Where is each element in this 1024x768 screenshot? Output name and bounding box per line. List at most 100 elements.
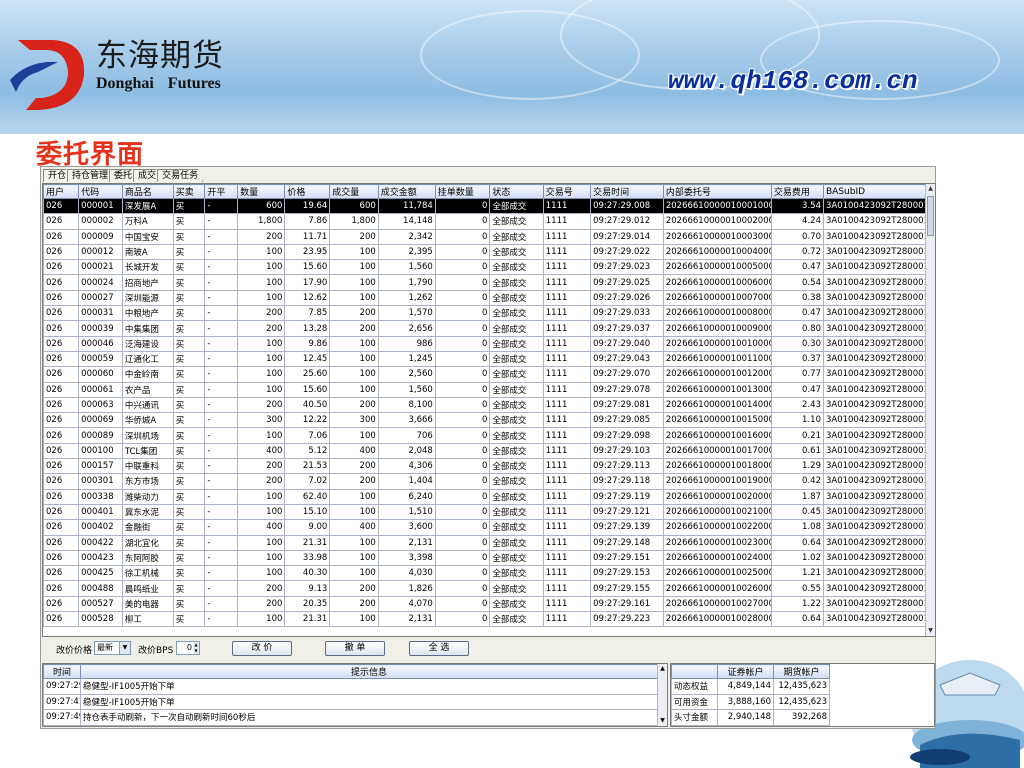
table-row[interactable]: 026 000301 东方市场买 -200 7.02 200 1,404 0 全部成交 1111 0… [43,473,927,490]
table-cell: 100 [237,274,286,291]
table-row[interactable]: 026 000422 湖北宜化买 -100 21.31 100 2,131 0 全部成交 1111… [43,534,927,551]
table-cell: 5.12 [284,442,331,460]
column-header[interactable]: 交易费用 [770,184,824,199]
scroll-thumb[interactable] [927,196,934,236]
table-cell: 2.43 [770,396,824,414]
table-cell: 09:27:29.113 [590,458,664,475]
table-row[interactable]: 026 000089 深圳机场买 -100 7.06 100 706 0 全部成交 1111 09:… [43,427,927,444]
stepper-arrows-icon[interactable]: ▲ ▼ [193,642,199,654]
column-header[interactable]: 开平 [204,184,239,199]
account-header-row: 证券帐户 期货帐户 [671,664,830,679]
log-row[interactable]: 09:27:49 持仓表手动刷新，下一次自动刷新时间60秒后 [43,709,658,726]
scroll-up-icon[interactable]: ▲ [658,664,667,674]
column-header[interactable]: BASubID [822,184,927,199]
tab-4[interactable]: 交易任务 [157,169,203,182]
column-header[interactable]: 挂单数量 [434,184,491,199]
table-row[interactable]: 026 000024 招商地产买 -100 17.90 100 1,790 0 全部成交 1111… [43,274,927,291]
modify-price-button[interactable]: 改 价 [232,641,292,656]
log-scrollbar[interactable]: ▲ ▼ [657,664,667,726]
table-row[interactable]: 026 000039 中集集团买 -200 13.28 200 2,656 0 全部成交 1111… [43,320,927,337]
order-grid-panel: 用户 代码 商品名 买卖 开平 数量 价格 成交量 成交金额 挂单数量 状态 交易号 交易时间 内部委托号… [42,183,936,637]
table-row[interactable]: 026 000157 中联重科买 -200 21.53 200 4,306 0 全部成交 1111… [43,458,927,475]
table-row[interactable]: 026 000402 金融街买 -400 9.00 400 3,600 0 全部成交 1111 09… [43,519,927,536]
table-cell: - [204,534,239,551]
price-type-select[interactable]: 最新 ▼ [94,641,131,655]
column-header[interactable]: 代码 [78,184,123,199]
table-cell: 09:27:29.081 [590,396,664,414]
table-row[interactable]: 026 000069 华侨城A 买 -300 12.22 300 3,666 0 全部成交 1111… [43,412,927,429]
table-row[interactable]: 026 000021 长城开发买 -100 15.60 100 1,560 0 全部成交 1111… [43,259,927,276]
chevron-down-icon[interactable]: ▼ [119,642,130,654]
table-row[interactable]: 026 000338 潍柴动力买 -100 62.40 100 6,240 0 全部成交 1111… [43,488,927,505]
table-cell: 7.85 [284,305,331,322]
table-row[interactable]: 026 000100 TCL集团买 -400 5.12 400 2,048 0 全部成交 1111… [43,442,927,460]
table-cell: 3A0100423092T280001M [822,611,927,628]
column-header[interactable]: 数量 [237,184,286,199]
table-cell: 1111 [542,289,592,307]
tab-0[interactable]: 开仓 [43,169,71,182]
column-header[interactable]: 买卖 [172,184,206,199]
table-row[interactable]: 026 000488 晨鸣纸业买 -200 9.13 200 1,826 0 全部成交 1111 0… [43,580,927,597]
table-cell: 026 [43,565,80,582]
column-header[interactable]: 价格 [284,184,331,199]
table-row[interactable]: 026 000401 冀东水泥买 -100 15.10 100 1,510 0 全部成交 1111… [43,503,927,521]
table-cell: 20266610000010027000 [662,595,772,613]
table-row[interactable]: 026 000002 万科A 买 -1,800 7.86 1,800 14,148 0 全部成交 1… [43,213,927,230]
scroll-down-icon[interactable]: ▼ [926,626,935,636]
table-cell: - [204,320,239,337]
table-row[interactable]: 026 000031 中粮地产买 -200 7.85 200 1,570 0 全部成交 1111 0… [43,305,927,322]
table-cell: 3A0100423092T280001M [822,565,927,582]
bps-stepper[interactable]: 0 ▲ ▼ [176,641,200,655]
table-row[interactable]: 026 000059 辽通化工买 -100 12.45 100 1,245 0 全部成交 1111… [43,350,927,368]
column-header[interactable]: 内部委托号 [662,184,772,199]
table-row[interactable]: 026 000527 美的电器买 -200 20.35 200 4,070 0 全部成交 1111… [43,595,927,613]
scroll-up-icon[interactable]: ▲ [926,184,935,194]
table-cell: 026 [43,503,80,521]
column-header[interactable]: 用户 [43,184,80,199]
table-row[interactable]: 026 000423 东阿阿胶买 -100 33.98 100 3,398 0 全部成交 1111… [43,549,927,567]
table-header-row: 用户 代码 商品名 买卖 开平 数量 价格 成交量 成交金额 挂单数量 状态 交易号 交易时间 内部委托号… [43,184,927,199]
table-cell: 400 [237,442,286,460]
log-row[interactable]: 09:27:29 稳健型-IF1005开始下单 [43,678,658,695]
select-all-button[interactable]: 全 选 [409,641,469,656]
table-cell: 3A0100423092T280001M [822,503,927,521]
table-row[interactable]: 026 000528 柳工买 -100 21.31 100 2,131 0 全部成交 1111 09… [43,611,927,628]
column-header[interactable]: 交易时间 [590,184,664,199]
column-header[interactable]: 状态 [489,184,544,199]
table-cell: 全部成交 [489,519,544,536]
table-row[interactable]: 026 000001 深发展A 买 -600 19.64 600 11,784 0 全部成交 111… [43,197,927,215]
column-header[interactable]: 交易号 [542,184,592,199]
account-row: 可用资金 3,888,160 12,435,623 [671,693,830,710]
price-type-value: 最新 [97,643,113,652]
table-row[interactable]: 026 000012 南玻A 买 -100 23.95 100 2,395 0 全部成交 1111 0… [43,243,927,261]
table-cell: 20266610000010010000 [662,335,772,352]
cancel-order-button[interactable]: 撤 单 [325,641,385,656]
table-row[interactable]: 026 000060 中金岭南买 -100 25.60 100 2,560 0 全部成交 1111… [43,366,927,383]
table-cell: 0 [434,611,491,628]
table-cell: 300 [329,412,379,429]
table-row[interactable]: 026 000063 中兴通讯买 -200 40.50 200 8,100 0 全部成交 1111… [43,396,927,414]
table-cell: 1111 [542,412,592,429]
table-row[interactable]: 026 000046 泛海建设买 -100 9.86 100 986 0 全部成交 1111 09:… [43,335,927,352]
column-header[interactable]: 成交金额 [377,184,436,199]
table-cell: 19.64 [284,197,331,215]
column-header[interactable]: 成交量 [329,184,379,199]
table-cell: 全部成交 [489,488,544,505]
table-cell: 0 [434,595,491,613]
table-row[interactable]: 026 000027 深圳能源买 -100 12.62 100 1,262 0 全部成交 1111… [43,289,927,307]
tab-3[interactable]: 成交 [133,169,161,182]
table-row[interactable]: 026 000009 中国宝安买 -200 11.71 200 2,342 0 全部成交 1111… [43,228,927,245]
table-cell: 0.42 [770,473,824,490]
tab-1[interactable]: 持仓管理 [67,169,113,182]
log-row[interactable]: 09:27:41 稳健型-IF1005开始下单 [43,693,658,710]
grid-scrollbar[interactable]: ▲ ▼ [925,184,935,636]
table-cell: 中粮地产 [121,305,174,322]
column-header[interactable]: 商品名 [121,184,174,199]
tab-2[interactable]: 委托 [109,169,137,182]
table-cell: 全部成交 [489,595,544,613]
table-row[interactable]: 026 000061 农产品买 -100 15.60 100 1,560 0 全部成交 1111 0… [43,381,927,398]
scroll-down-icon[interactable]: ▼ [658,716,667,726]
table-cell: 1111 [542,305,592,322]
table-row[interactable]: 026 000425 徐工机械买 -100 40.30 100 4,030 0 全部成交 1111… [43,565,927,582]
table-cell: 0.47 [770,259,824,276]
